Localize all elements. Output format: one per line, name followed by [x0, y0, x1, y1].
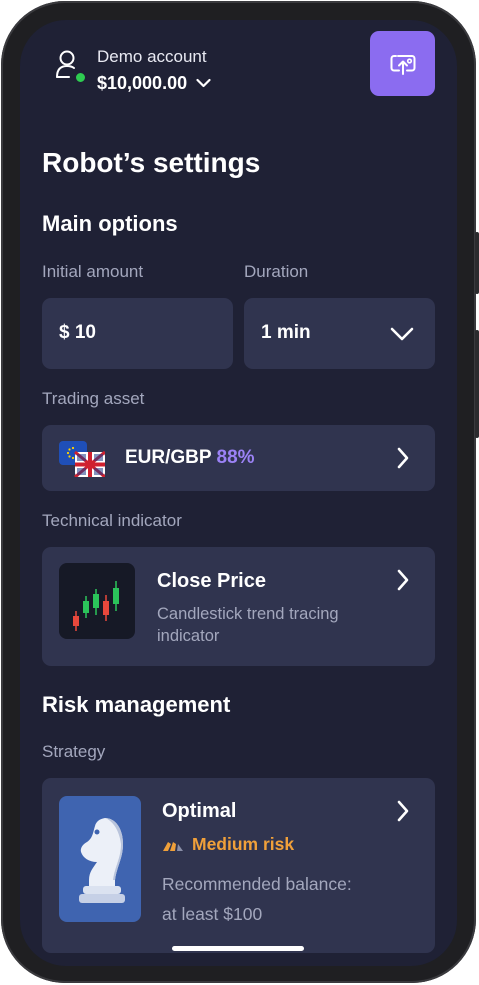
initial-amount-input[interactable]: $ 10	[42, 298, 233, 369]
online-status-dot	[74, 71, 87, 84]
phone-side-button	[475, 330, 479, 438]
screen: Demo account $10,000.00 Robot’s settings…	[20, 20, 457, 966]
strategy-selector[interactable]: Optimal Medium risk Recommended balance:…	[42, 778, 435, 953]
user-icon	[55, 49, 87, 84]
asset-name: EUR/GBP 88%	[125, 447, 255, 469]
strategy-label: Strategy	[42, 742, 106, 761]
candlestick-chart-icon	[59, 563, 135, 639]
account-selector[interactable]: Demo account $10,000.00	[55, 47, 211, 94]
asset-payout-percent: 88%	[216, 447, 255, 468]
home-indicator[interactable]	[172, 946, 304, 951]
technical-indicator-label: Technical indicator	[42, 511, 182, 530]
strategy-recommendation: Recommended balance: at least $100	[162, 869, 352, 929]
share-button[interactable]	[370, 31, 435, 96]
chevron-right-icon	[397, 569, 409, 591]
indicator-name: Close Price	[157, 570, 266, 592]
section-title-risk-management: Risk management	[42, 692, 231, 717]
chevron-down-icon	[196, 78, 211, 88]
risk-level: Medium risk	[162, 834, 294, 855]
chevron-right-icon	[397, 800, 409, 822]
duration-value: 1 min	[261, 322, 311, 343]
initial-amount-value: $ 10	[59, 322, 96, 343]
trading-asset-label: Trading asset	[42, 389, 145, 408]
section-title-main-options: Main options	[42, 211, 178, 236]
risk-label: Medium risk	[192, 834, 295, 854]
eu-uk-flag-icon	[59, 441, 105, 477]
asset-pair: EUR/GBP	[125, 447, 212, 468]
initial-amount-label: Initial amount	[42, 262, 144, 281]
account-balance: $10,000.00	[97, 72, 211, 94]
share-icon	[390, 54, 415, 75]
phone-side-button	[475, 232, 479, 294]
chevron-right-icon	[397, 447, 409, 469]
recommendation-line: at least $100	[162, 904, 263, 924]
duration-select[interactable]: 1 min	[244, 298, 435, 369]
indicator-description: Candlestick trend tracing indicator	[157, 605, 339, 645]
risk-gauge-icon	[163, 841, 183, 851]
trading-asset-selector[interactable]: EUR/GBP 88%	[42, 425, 435, 491]
chess-knight-icon	[59, 796, 141, 922]
strategy-name: Optimal	[162, 800, 237, 822]
recommendation-line: Recommended balance:	[162, 874, 352, 894]
page-title: Robot’s settings	[42, 147, 261, 178]
account-balance-value: $10,000.00	[97, 73, 188, 93]
account-label: Demo account	[97, 47, 207, 66]
technical-indicator-selector[interactable]: Close Price Candlestick trend tracing in…	[42, 547, 435, 666]
chevron-down-icon	[390, 327, 414, 341]
duration-label: Duration	[244, 262, 309, 281]
